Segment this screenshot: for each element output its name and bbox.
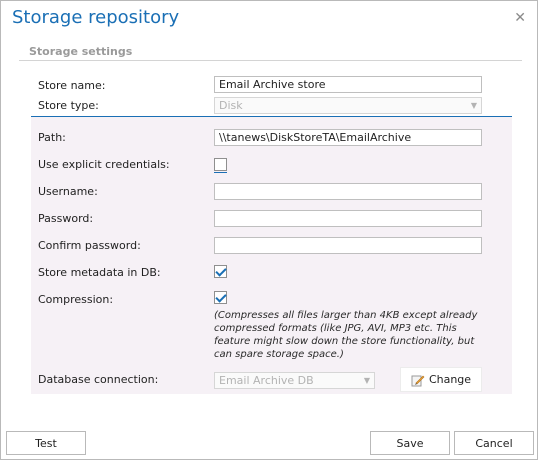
store-name-input[interactable]: Email Archive store <box>214 76 482 93</box>
confirm-password-input[interactable] <box>214 237 482 254</box>
store-type-select: Disk ▼ <box>214 97 482 114</box>
compression-label: Compression: <box>38 293 114 306</box>
change-connection-button[interactable]: Change <box>400 367 482 392</box>
compression-checkbox[interactable] <box>214 291 227 304</box>
path-label: Path: <box>38 131 66 144</box>
dialog-title: Storage repository <box>12 7 180 28</box>
close-icon[interactable]: ✕ <box>514 10 526 26</box>
change-label: Change <box>428 373 472 386</box>
section-divider <box>19 60 522 61</box>
store-metadata-label: Store metadata in DB: <box>38 266 161 279</box>
db-connection-select: Email Archive DB ▼ <box>214 372 375 389</box>
test-button[interactable]: Test <box>6 431 86 455</box>
store-metadata-checkbox[interactable] <box>214 265 227 278</box>
username-input[interactable] <box>214 183 482 200</box>
store-type-label: Store type: <box>38 99 99 112</box>
explicit-credentials-checkbox[interactable] <box>214 158 227 171</box>
storage-repository-dialog: Storage repository ✕ Storage settings St… <box>0 0 538 460</box>
section-title: Storage settings <box>29 45 133 58</box>
cancel-button[interactable]: Cancel <box>454 431 534 455</box>
username-label: Username: <box>38 185 98 198</box>
save-button[interactable]: Save <box>370 431 450 455</box>
explicit-credentials-label: Use explicit credentials: <box>38 158 170 171</box>
confirm-password-label: Confirm password: <box>38 239 141 252</box>
edit-icon <box>411 375 425 386</box>
store-name-label: Store name: <box>38 79 106 92</box>
chevron-down-icon: ▼ <box>470 101 477 110</box>
password-label: Password: <box>38 212 94 225</box>
checkbox-focus-underline <box>214 172 227 173</box>
chevron-down-icon: ▼ <box>363 376 370 385</box>
password-input[interactable] <box>214 210 482 227</box>
db-connection-value: Email Archive DB <box>219 374 314 387</box>
db-connection-label: Database connection: <box>38 373 159 386</box>
store-type-value: Disk <box>219 99 243 112</box>
path-input[interactable]: \\tanews\DiskStoreTA\EmailArchive <box>214 129 482 146</box>
compression-note: (Compresses all files larger than 4KB ex… <box>214 310 478 360</box>
